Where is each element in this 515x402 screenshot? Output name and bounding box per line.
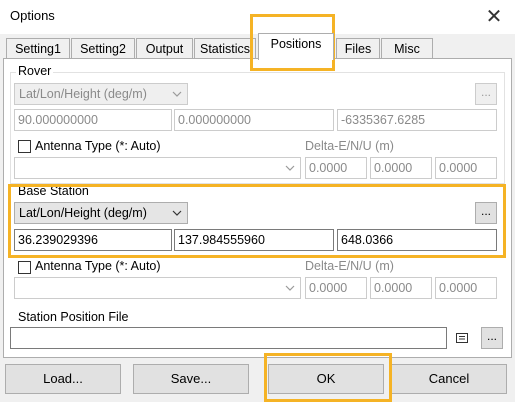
tab-misc[interactable]: Misc — [381, 38, 433, 59]
tab-positions[interactable]: Positions — [258, 33, 334, 60]
base-antenna-label: Antenna Type (*: Auto) — [35, 259, 161, 273]
rover-height-field[interactable]: -6335367.6285 — [337, 109, 497, 131]
window-title: Options — [10, 8, 55, 23]
chevron-down-icon — [172, 91, 182, 97]
base-lat-field[interactable]: 36.239029396 — [14, 229, 172, 251]
chevron-down-icon — [285, 285, 295, 291]
base-delta-e-field[interactable]: 0.0000 — [305, 277, 367, 299]
load-button[interactable]: Load... — [5, 364, 121, 394]
cancel-button[interactable]: Cancel — [391, 364, 507, 394]
rover-lon-field[interactable]: 0.000000000 — [174, 109, 334, 131]
rover-browse-button[interactable]: ... — [475, 83, 497, 105]
station-file-field[interactable] — [10, 327, 447, 349]
base-delta-u-field[interactable]: 0.0000 — [435, 277, 497, 299]
rover-group-label: Rover — [16, 64, 54, 78]
base-lon-field[interactable]: 137.984555960 — [174, 229, 334, 251]
base-height-field[interactable]: 648.0366 — [337, 229, 497, 251]
rover-delta-e-field[interactable]: 0.0000 — [305, 157, 367, 179]
tab-statistics[interactable]: Statistics — [194, 38, 256, 59]
rover-delta-n-field[interactable]: 0.0000 — [370, 157, 432, 179]
tab-output[interactable]: Output — [136, 38, 193, 59]
save-button[interactable]: Save... — [133, 364, 249, 394]
chevron-down-icon — [285, 165, 295, 171]
tab-setting1[interactable]: Setting1 — [6, 38, 70, 59]
base-antenna-checkbox[interactable] — [18, 261, 31, 274]
base-browse-button[interactable]: ... — [475, 202, 497, 224]
base-delta-label: Delta-E/N/U (m) — [305, 259, 394, 273]
rover-lat-field[interactable]: 90.000000000 — [14, 109, 172, 131]
chevron-down-icon — [172, 210, 182, 216]
document-icon[interactable] — [455, 331, 469, 345]
rover-format-select[interactable]: Lat/Lon/Height (deg/m) — [14, 83, 188, 105]
base-group-label: Base Station — [16, 184, 91, 195]
ok-button[interactable]: OK — [268, 364, 384, 394]
station-file-browse-button[interactable]: ... — [481, 327, 503, 349]
tab-files[interactable]: Files — [336, 38, 380, 59]
rover-delta-label: Delta-E/N/U (m) — [305, 139, 394, 153]
base-delta-n-field[interactable]: 0.0000 — [370, 277, 432, 299]
title-bar — [0, 0, 515, 34]
tab-setting2[interactable]: Setting2 — [71, 38, 135, 59]
rover-delta-u-field[interactable]: 0.0000 — [435, 157, 497, 179]
base-antenna-select[interactable] — [14, 277, 301, 299]
rover-antenna-checkbox[interactable] — [18, 140, 31, 153]
rover-antenna-select[interactable] — [14, 157, 301, 179]
rover-antenna-label: Antenna Type (*: Auto) — [35, 139, 161, 153]
station-file-label: Station Position File — [18, 310, 129, 324]
base-format-select[interactable]: Lat/Lon/Height (deg/m) — [14, 202, 188, 224]
close-icon[interactable]: ✕ — [480, 3, 508, 31]
